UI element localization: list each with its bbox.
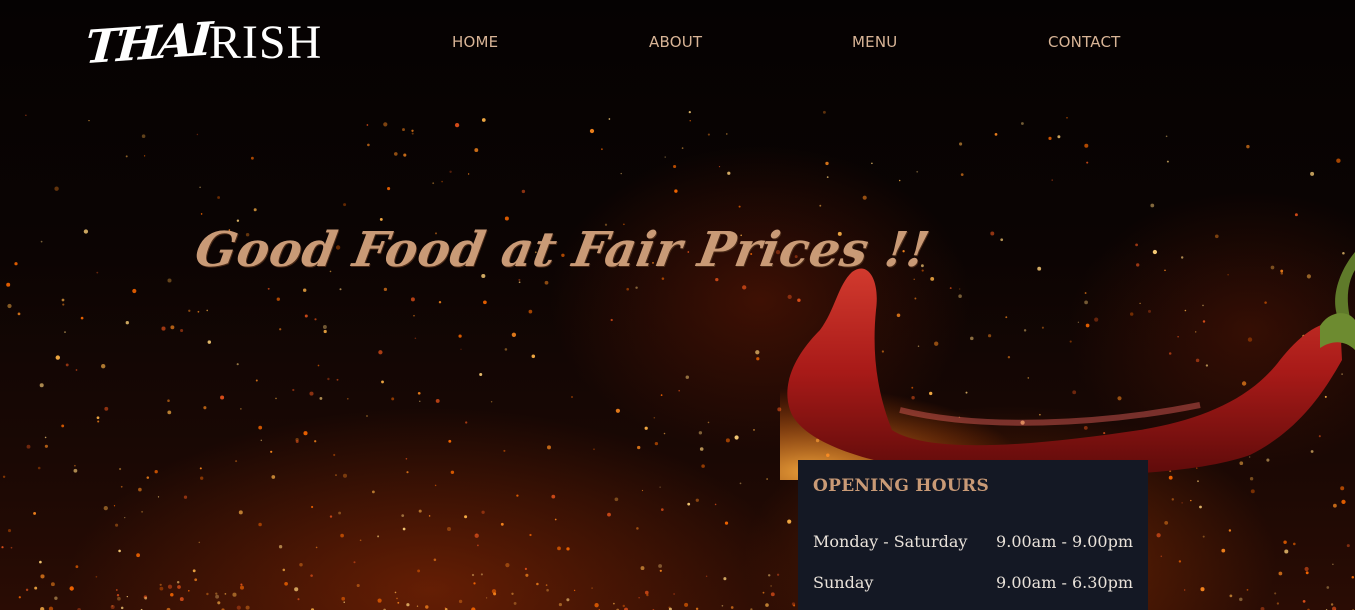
hours-time: 9.00am - 9.00pm xyxy=(996,532,1133,551)
hours-day: Monday - Saturday xyxy=(813,532,968,551)
hours-time: 9.00am - 6.30pm xyxy=(996,573,1133,592)
nav-link-home[interactable]: HOME xyxy=(452,33,498,51)
nav-link-contact[interactable]: CONTACT xyxy=(1048,33,1121,51)
opening-hours-panel: OPENING HOURS Monday - Saturday 9.00am -… xyxy=(798,460,1148,610)
nav-link-about[interactable]: ABOUT xyxy=(649,33,702,51)
logo-thai-text: THAI xyxy=(83,11,212,75)
hero-tagline: Good Food at Fair Prices !! xyxy=(191,222,934,278)
logo-rish-text: RISH xyxy=(208,16,323,69)
opening-hours-title: OPENING HOURS xyxy=(813,476,990,496)
nav-link-menu[interactable]: MENU xyxy=(852,33,897,51)
hours-day: Sunday xyxy=(813,573,874,592)
thairish-logo[interactable]: THAI RISH xyxy=(84,6,323,76)
hero-section: THAI RISH HOME ABOUT MENU CONTACT Good F… xyxy=(0,0,1355,610)
